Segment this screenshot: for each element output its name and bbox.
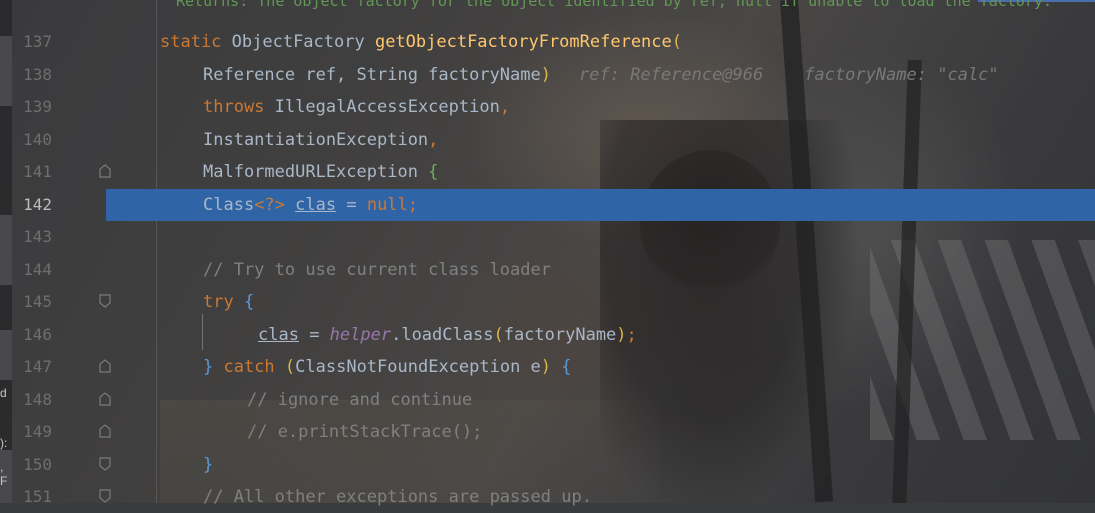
code-token: // e.printStackTrace(); <box>247 422 483 442</box>
fold-close-icon[interactable] <box>98 424 112 440</box>
code-line[interactable]: // e.printStackTrace(); <box>247 416 482 448</box>
code-token: = <box>336 194 367 215</box>
code-token: helper <box>329 324 392 345</box>
left-panel-fragment: ): <box>0 436 8 450</box>
line-number[interactable]: 146 <box>12 319 52 351</box>
line-number[interactable]: 141 <box>12 156 52 188</box>
line-number[interactable]: 147 <box>12 351 52 383</box>
code-token: InstantiationException <box>203 129 429 150</box>
code-line[interactable]: // Try to use current class loader <box>203 254 551 286</box>
code-line[interactable]: } <box>203 449 213 481</box>
code-line[interactable]: // ignore and continue <box>247 384 472 416</box>
left-panel-fragment: d <box>0 386 7 400</box>
code-token: ) <box>540 357 552 377</box>
code-token: throws <box>203 97 275 117</box>
fold-close-icon[interactable] <box>98 164 112 180</box>
code-token: <?> <box>254 194 285 215</box>
code-token: static <box>160 32 232 52</box>
code-token: , <box>499 97 511 117</box>
code-token: ; <box>626 324 637 345</box>
left-panel-fragment: , F <box>0 460 8 488</box>
code-token: ( <box>493 324 504 345</box>
code-line[interactable]: InstantiationException, <box>203 124 438 156</box>
code-line[interactable]: Reference ref, String factoryName) ref: R… <box>203 59 999 91</box>
line-number[interactable]: 145 <box>12 286 52 318</box>
code-token: MalformedURLException <box>203 162 429 182</box>
indent-guide <box>202 314 203 350</box>
code-token: getObjectFactoryFromReference <box>374 32 672 52</box>
code-line[interactable]: static ObjectFactory getObjectFactoryFro… <box>160 26 682 58</box>
code-token: catch <box>213 357 285 377</box>
code-line[interactable]: } catch (ClassNotFoundException e) { <box>203 351 572 383</box>
code-token: null <box>366 194 408 215</box>
code-token: factoryName <box>503 324 617 345</box>
fold-open-icon[interactable] <box>98 456 112 473</box>
line-number[interactable]: 137 <box>12 26 52 58</box>
code-token: ObjectFactory <box>231 32 375 52</box>
code-token: { <box>561 357 572 377</box>
fold-close-icon[interactable] <box>98 359 112 375</box>
line-number[interactable]: 139 <box>12 91 52 123</box>
code-token: try <box>203 292 244 312</box>
fold-close-icon[interactable] <box>98 391 112 408</box>
code-token: ) <box>540 64 552 85</box>
code-token: // All other exceptions are passed up. <box>203 487 592 507</box>
line-number[interactable]: 148 <box>12 384 52 416</box>
gutter-divider <box>156 0 157 503</box>
code-token: ) <box>616 324 627 345</box>
code-token: Reference ref, String factoryName <box>203 64 541 85</box>
code-line[interactable]: MalformedURLException { <box>203 156 438 188</box>
code-line[interactable]: Class<?> clas = null; <box>203 189 418 221</box>
line-number[interactable]: 143 <box>12 221 52 253</box>
line-number[interactable]: 140 <box>12 124 52 156</box>
code-token: .loadClass <box>391 324 494 345</box>
code-token: ; <box>407 194 419 215</box>
code-token: ( <box>671 32 683 52</box>
line-number[interactable]: 142 <box>12 189 52 221</box>
code-token: IllegalAccessException <box>274 97 500 117</box>
left-tool-panel: d ): , F <box>0 0 12 503</box>
code-token: } <box>203 357 214 377</box>
code-token: } <box>203 454 214 475</box>
debug-inline-value-hint: ref: Reference@966 factoryName: "calc" <box>579 64 999 85</box>
code-token: ClassNotFoundException e <box>295 357 541 377</box>
code-token: clas <box>295 194 337 215</box>
code-token: ( <box>284 357 296 377</box>
code-line[interactable]: clas = helper.loadClass(factoryName); <box>258 319 637 351</box>
code-token: // Try to use current class loader <box>203 259 551 280</box>
code-token: , <box>428 129 439 150</box>
code-line[interactable]: throws IllegalAccessException, <box>203 91 510 123</box>
line-number[interactable]: 138 <box>12 59 52 91</box>
code-token: { <box>428 162 439 182</box>
code-token: Class <box>203 194 255 215</box>
code-token: = <box>298 324 330 345</box>
code-line[interactable]: try { <box>203 286 254 318</box>
line-number[interactable]: 144 <box>12 254 52 286</box>
code-token: { <box>243 292 255 312</box>
fold-open-icon[interactable] <box>98 294 112 310</box>
code-token: // ignore and continue <box>247 389 473 410</box>
line-number[interactable]: 151 <box>12 481 52 513</box>
line-number[interactable]: 149 <box>12 416 52 448</box>
line-number[interactable]: 150 <box>12 449 52 481</box>
javadoc-returns-comment: Returns: The object factory for the obje… <box>176 0 1052 10</box>
code-line[interactable]: // All other exceptions are passed up. <box>203 481 592 513</box>
code-token: clas <box>258 324 299 345</box>
